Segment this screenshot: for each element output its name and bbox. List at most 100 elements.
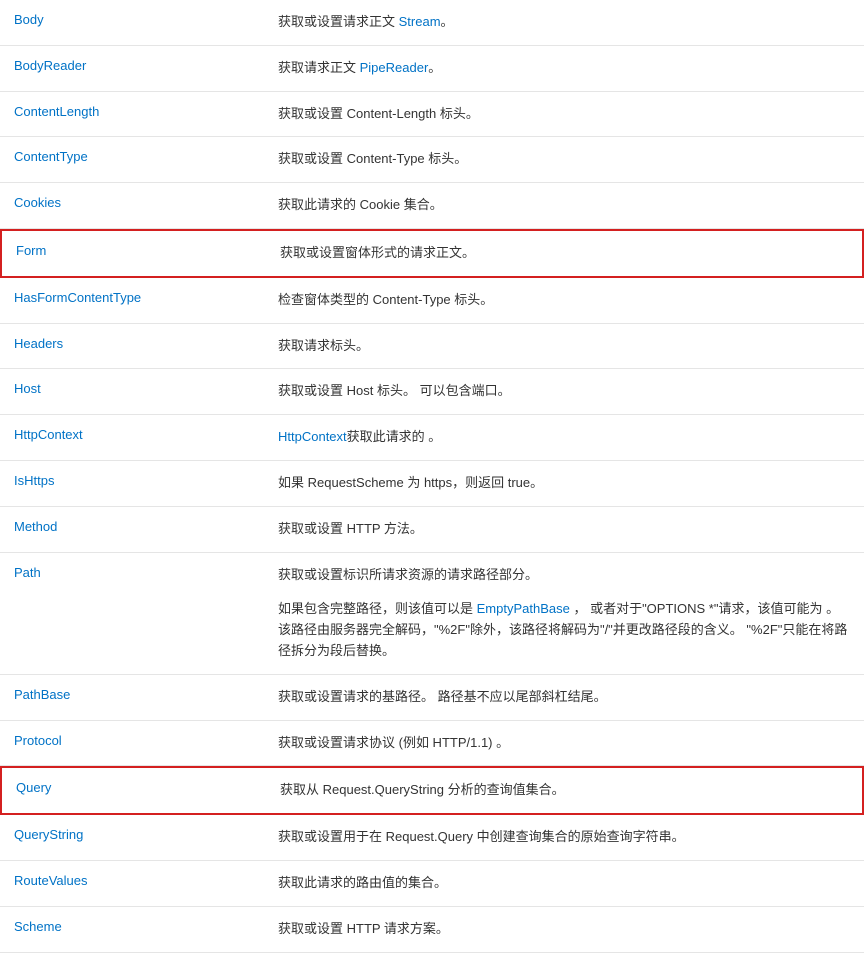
property-row: QueryString 获取或设置用于在 Request.Query 中创建查询集… (0, 815, 864, 861)
inline-link[interactable]: Stream (399, 14, 441, 29)
property-link[interactable]: Headers (14, 336, 63, 351)
description-text: 获取或设置请求正文 (278, 14, 399, 29)
inline-link[interactable]: PathBase (513, 601, 569, 616)
property-name-cell: RouteValues (0, 861, 278, 906)
property-row: Protocol 获取或设置请求协议 (例如 HTTP/1.1) 。 (0, 721, 864, 767)
property-name-cell: IsHttps (0, 461, 278, 506)
property-link[interactable]: Cookies (14, 195, 61, 210)
property-name-cell: HttpContext (0, 415, 278, 460)
property-description-cell: 获取或设置请求的基路径。 路径基不应以尾部斜杠结尾。 (278, 675, 864, 720)
property-row: Method 获取或设置 HTTP 方法。 (0, 507, 864, 553)
property-row: ContentLength 获取或设置 Content-Length 标头。 (0, 92, 864, 138)
property-name-cell: Host (0, 369, 278, 414)
property-description-cell: 获取或设置窗体形式的请求正文。 (280, 231, 862, 276)
description-paragraph: 获取或设置请求协议 (例如 HTTP/1.1) 。 (278, 733, 850, 754)
property-row: ContentType 获取或设置 Content-Type 标头。 (0, 137, 864, 183)
property-description-cell: 获取或设置标识所请求资源的请求路径部分。如果包含完整路径，则该值可以是 Empt… (278, 553, 864, 674)
property-description-cell: 获取或设置 HTTP 请求方案。 (278, 907, 864, 952)
property-name-cell: ContentLength (0, 92, 278, 137)
description-paragraph: 获取或设置用于在 Request.Query 中创建查询集合的原始查询字符串。 (278, 827, 850, 848)
property-description-cell: 获取或设置用于在 Request.Query 中创建查询集合的原始查询字符串。 (278, 815, 864, 860)
property-row: Cookies 获取此请求的 Cookie 集合。 (0, 183, 864, 229)
description-text: 获取此请求的 Cookie 集合。 (278, 197, 443, 212)
property-row: Headers 获取请求标头。 (0, 324, 864, 370)
property-row: PathBase 获取或设置请求的基路径。 路径基不应以尾部斜杠结尾。 (0, 675, 864, 721)
description-text: 获取请求标头。 (278, 338, 369, 353)
description-paragraph: 获取或设置请求正文 Stream。 (278, 12, 850, 33)
description-paragraph: 获取或设置 Content-Type 标头。 (278, 149, 850, 170)
property-row: HasFormContentType 检查窗体类型的 Content-Type 标… (0, 278, 864, 324)
property-row: Form 获取或设置窗体形式的请求正文。 (0, 229, 864, 278)
property-row: Path获取或设置标识所请求资源的请求路径部分。如果包含完整路径，则该值可以是 … (0, 553, 864, 675)
description-text: 获取或设置 Content-Length 标头。 (278, 106, 479, 121)
property-row: Host 获取或设置 Host 标头。 可以包含端口。 (0, 369, 864, 415)
property-link[interactable]: BodyReader (14, 58, 86, 73)
property-description-cell: HttpContext获取此请求的 。 (278, 415, 864, 460)
property-link[interactable]: Protocol (14, 733, 62, 748)
description-paragraph: HttpContext获取此请求的 。 (278, 427, 850, 448)
property-link[interactable]: Form (16, 243, 46, 258)
property-name-cell: PathBase (0, 675, 278, 720)
description-text: 。 (428, 60, 441, 75)
description-text: 获取或设置 Content-Type 标头。 (278, 151, 467, 166)
property-row: BodyReader 获取请求正文 PipeReader。 (0, 46, 864, 92)
description-paragraph: 如果 RequestScheme 为 https，则返回 true。 (278, 473, 850, 494)
property-name-cell: Scheme (0, 907, 278, 952)
property-description-cell: 获取或设置请求正文 Stream。 (278, 0, 864, 45)
property-link[interactable]: Path (14, 565, 41, 580)
property-link[interactable]: ContentLength (14, 104, 99, 119)
property-description-cell: 获取或设置 Content-Length 标头。 (278, 92, 864, 137)
property-link[interactable]: Host (14, 381, 41, 396)
description-paragraph: 获取此请求的路由值的集合。 (278, 873, 850, 894)
property-description-cell: 获取从 Request.QueryString 分析的查询值集合。 (280, 768, 862, 813)
property-link[interactable]: RouteValues (14, 873, 87, 888)
description-text: 获取或设置 HTTP 方法。 (278, 521, 423, 536)
description-paragraph: 检查窗体类型的 Content-Type 标头。 (278, 290, 850, 311)
description-paragraph: 获取或设置 HTTP 方法。 (278, 519, 850, 540)
property-link[interactable]: Method (14, 519, 57, 534)
inline-link[interactable]: Empty (477, 601, 514, 616)
property-description-cell: 获取或设置 HTTP 方法。 (278, 507, 864, 552)
property-description-cell: 获取此请求的 Cookie 集合。 (278, 183, 864, 228)
description-paragraph: 如果包含完整路径，则该值可以是 EmptyPathBase ， 或者对于"OPT… (278, 599, 850, 661)
description-paragraph: 获取此请求的 Cookie 集合。 (278, 195, 850, 216)
description-text: 获取或设置 Host 标头。 可以包含端口。 (278, 383, 511, 398)
property-link[interactable]: PathBase (14, 687, 70, 702)
description-text: 获取此请求的路由值的集合。 (278, 875, 447, 890)
inline-link[interactable]: PipeReader (360, 60, 429, 75)
description-text: 获取请求正文 (278, 60, 360, 75)
property-description-cell: 获取或设置 Content-Type 标头。 (278, 137, 864, 182)
property-name-cell: Headers (0, 324, 278, 369)
property-description-cell: 获取请求正文 PipeReader。 (278, 46, 864, 91)
property-name-cell: QueryString (0, 815, 278, 860)
property-description-cell: 检查窗体类型的 Content-Type 标头。 (278, 278, 864, 323)
property-name-cell: Cookies (0, 183, 278, 228)
property-name-cell: Form (2, 231, 280, 276)
property-name-cell: BodyReader (0, 46, 278, 91)
inline-link[interactable]: HttpContext (278, 429, 347, 444)
property-link[interactable]: Query (16, 780, 51, 795)
property-name-cell: Body (0, 0, 278, 45)
description-paragraph: 获取或设置 Content-Length 标头。 (278, 104, 850, 125)
description-paragraph: 获取或设置 HTTP 请求方案。 (278, 919, 850, 940)
description-paragraph: 获取从 Request.QueryString 分析的查询值集合。 (280, 780, 848, 801)
description-text: 。 (441, 14, 454, 29)
description-text: 如果包含完整路径，则该值可以是 (278, 601, 477, 616)
property-link[interactable]: ContentType (14, 149, 88, 164)
property-description-cell: 获取或设置请求协议 (例如 HTTP/1.1) 。 (278, 721, 864, 766)
description-text: 获取此请求的 。 (347, 429, 442, 444)
description-text: 获取或设置 HTTP 请求方案。 (278, 921, 449, 936)
property-link[interactable]: Body (14, 12, 44, 27)
property-link[interactable]: IsHttps (14, 473, 54, 488)
property-name-cell: Method (0, 507, 278, 552)
description-text: 获取或设置标识所请求资源的请求路径部分。 (278, 567, 538, 582)
property-link[interactable]: HasFormContentType (14, 290, 141, 305)
property-name-cell: HasFormContentType (0, 278, 278, 323)
property-link[interactable]: QueryString (14, 827, 83, 842)
property-name-cell: Query (2, 768, 280, 813)
property-description-cell: 如果 RequestScheme 为 https，则返回 true。 (278, 461, 864, 506)
description-text: 获取或设置窗体形式的请求正文。 (280, 245, 475, 260)
property-link[interactable]: Scheme (14, 919, 62, 934)
property-link[interactable]: HttpContext (14, 427, 83, 442)
description-text: 获取或设置请求协议 (例如 HTTP/1.1) 。 (278, 735, 509, 750)
